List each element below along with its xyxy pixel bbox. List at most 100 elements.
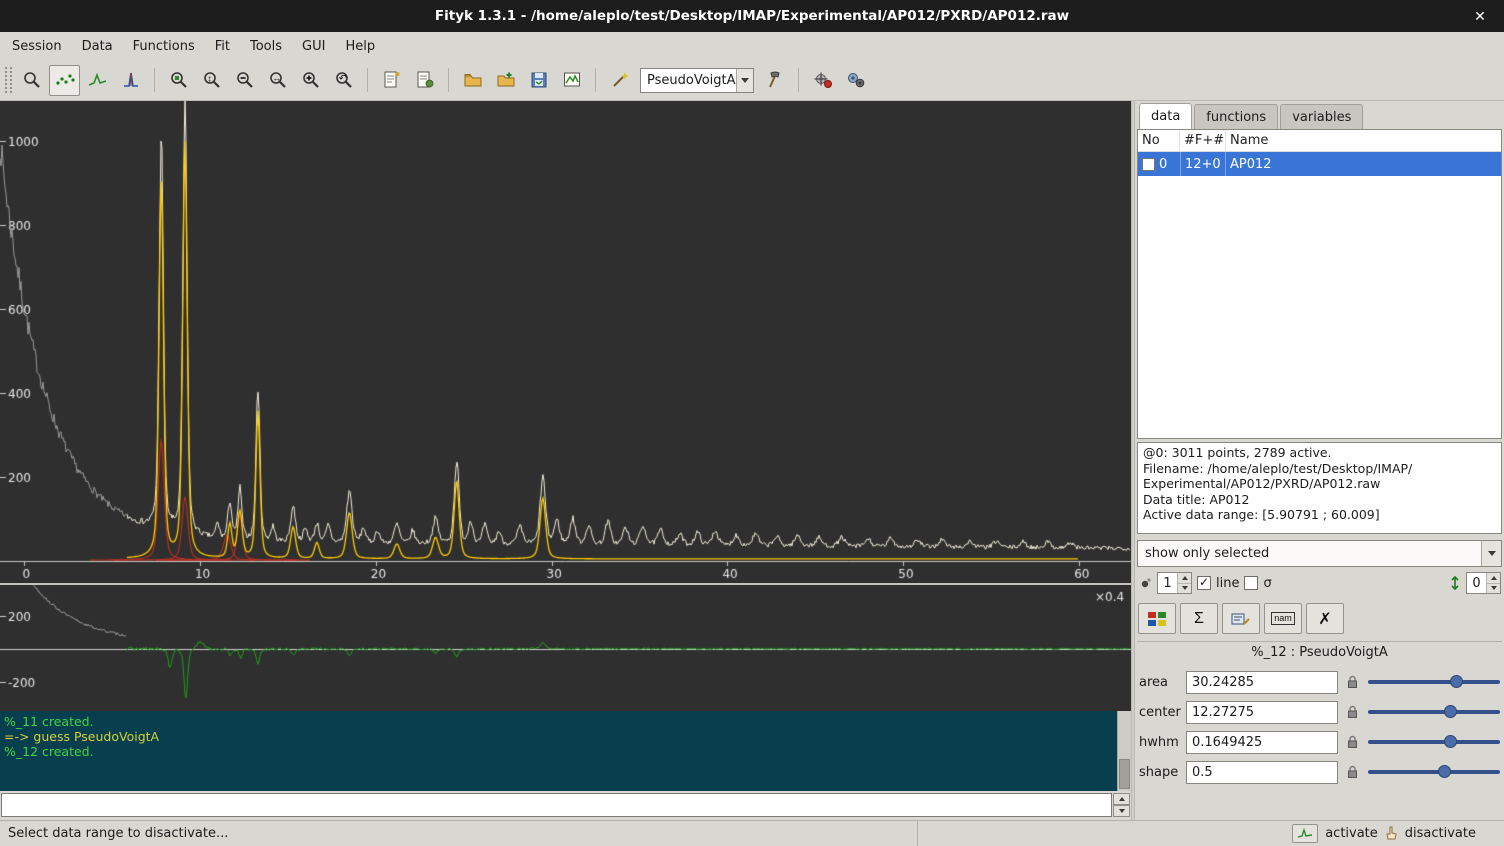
svg-text:↕: ↕ bbox=[207, 74, 212, 84]
sidebar: data functions variables No #F+# Name 0 … bbox=[1135, 101, 1504, 820]
lock-icon[interactable] bbox=[1343, 702, 1361, 722]
zoom-all-icon[interactable] bbox=[163, 65, 194, 96]
zoom-vertical-icon[interactable]: ↕ bbox=[196, 65, 227, 96]
toolbar-separator bbox=[448, 68, 449, 92]
delete-function-button[interactable]: ✗ bbox=[1306, 603, 1344, 634]
zoom-out-icon[interactable] bbox=[229, 65, 260, 96]
param-slider[interactable] bbox=[1366, 762, 1502, 782]
spin-down-icon[interactable] bbox=[1178, 584, 1191, 594]
dataset-list[interactable]: No #F+# Name 0 12+0 AP012 bbox=[1137, 129, 1502, 439]
param-slider[interactable] bbox=[1366, 732, 1502, 752]
fit-undo-icon[interactable] bbox=[807, 65, 838, 96]
auto-add-peak-icon[interactable] bbox=[604, 65, 635, 96]
param-value-field[interactable]: 0.5 bbox=[1186, 761, 1338, 784]
save-session-icon[interactable] bbox=[523, 65, 554, 96]
command-input[interactable] bbox=[1, 793, 1112, 817]
guess-peak-icon[interactable] bbox=[759, 65, 790, 96]
tab-variables[interactable]: variables bbox=[1280, 104, 1363, 129]
spin-up-icon[interactable] bbox=[1487, 573, 1500, 584]
param-name: area bbox=[1137, 675, 1181, 690]
baseline-mode-icon[interactable] bbox=[82, 65, 113, 96]
output-console[interactable]: %_11 created. =-> guess PseudoVoigtA %_1… bbox=[0, 711, 1131, 791]
show-filter-dropdown[interactable]: show only selected bbox=[1137, 540, 1502, 567]
tab-data[interactable]: data bbox=[1139, 103, 1192, 129]
column-header-no[interactable]: No bbox=[1138, 130, 1180, 151]
function-type-dropdown[interactable]: PseudoVoigtA bbox=[640, 68, 754, 93]
zoom-horizontal-icon[interactable]: ↔ bbox=[262, 65, 293, 96]
param-slider[interactable] bbox=[1366, 672, 1502, 692]
dataset-checkbox[interactable] bbox=[1142, 158, 1155, 171]
param-value-field[interactable]: 0.1649425 bbox=[1186, 731, 1338, 754]
spin-down-icon[interactable] bbox=[1487, 584, 1500, 594]
toolbar-separator bbox=[367, 68, 368, 92]
toolbar-separator bbox=[798, 68, 799, 92]
spin-up-icon[interactable] bbox=[1178, 573, 1191, 584]
main-area: %_11 created. =-> guess PseudoVoigtA %_1… bbox=[0, 101, 1504, 820]
info-line: Experimental/AP012/PXRD/AP012.raw bbox=[1143, 476, 1496, 492]
console-scrollbar[interactable] bbox=[1117, 711, 1131, 791]
param-name: shape bbox=[1137, 765, 1181, 780]
point-size-value: 1 bbox=[1158, 573, 1177, 593]
sidebar-buttons: Σ nam ✗ bbox=[1137, 599, 1502, 637]
dataset-index: 0 bbox=[1159, 157, 1167, 172]
dataset-func-count: 12+0 bbox=[1180, 152, 1226, 176]
main-plot-canvas[interactable] bbox=[0, 101, 1131, 583]
show-names-button[interactable]: nam bbox=[1264, 603, 1302, 634]
history-up-icon[interactable] bbox=[1113, 793, 1130, 805]
close-window-button[interactable]: ✕ bbox=[1466, 0, 1494, 32]
lock-icon[interactable] bbox=[1343, 672, 1361, 692]
zoom-mode-icon[interactable] bbox=[16, 65, 47, 96]
export-image-icon[interactable] bbox=[556, 65, 587, 96]
shift-icon bbox=[1449, 575, 1461, 591]
history-down-icon[interactable] bbox=[1113, 805, 1130, 817]
console-scrollbar-thumb[interactable] bbox=[1119, 759, 1130, 789]
color-gradient-button[interactable] bbox=[1138, 603, 1176, 634]
edit-script-icon[interactable] bbox=[376, 65, 407, 96]
append-data-icon[interactable] bbox=[490, 65, 521, 96]
pointer-hand-icon bbox=[1385, 826, 1398, 841]
param-row-hwhm: hwhm 0.1649425 bbox=[1137, 727, 1502, 757]
shift-spinner[interactable]: 0 bbox=[1466, 572, 1501, 594]
menu-tools[interactable]: Tools bbox=[240, 34, 292, 59]
column-header-name[interactable]: Name bbox=[1226, 130, 1501, 151]
menu-fit[interactable]: Fit bbox=[205, 34, 240, 59]
open-data-icon[interactable] bbox=[457, 65, 488, 96]
dropdown-arrow-icon[interactable] bbox=[736, 69, 753, 92]
activate-label[interactable]: activate bbox=[1325, 826, 1378, 841]
param-value-field[interactable]: 30.24285 bbox=[1186, 671, 1338, 694]
zoom-in-icon[interactable] bbox=[295, 65, 326, 96]
point-size-spinner[interactable]: 1 bbox=[1157, 572, 1192, 594]
sum-button[interactable]: Σ bbox=[1180, 603, 1218, 634]
column-header-functions[interactable]: #F+# bbox=[1180, 130, 1226, 151]
param-slider[interactable] bbox=[1366, 702, 1502, 722]
script-log-icon[interactable] bbox=[409, 65, 440, 96]
range-mode-button[interactable] bbox=[1292, 824, 1318, 843]
param-value-field[interactable]: 12.27275 bbox=[1186, 701, 1338, 724]
edit-function-button[interactable] bbox=[1222, 603, 1260, 634]
menu-help[interactable]: Help bbox=[335, 34, 385, 59]
menu-session[interactable]: Session bbox=[2, 34, 72, 59]
toolbar-grip[interactable] bbox=[5, 67, 12, 93]
line-checkbox[interactable] bbox=[1197, 576, 1211, 590]
menu-gui[interactable]: GUI bbox=[292, 34, 335, 59]
dataset-name: AP012 bbox=[1226, 152, 1501, 176]
sigma-checkbox[interactable] bbox=[1244, 576, 1258, 590]
data-range-mode-icon[interactable] bbox=[49, 65, 80, 96]
run-fit-icon[interactable] bbox=[840, 65, 871, 96]
menu-functions[interactable]: Functions bbox=[123, 34, 205, 59]
shift-value: 0 bbox=[1467, 573, 1486, 593]
menu-data[interactable]: Data bbox=[72, 34, 123, 59]
param-row-shape: shape 0.5 bbox=[1137, 757, 1502, 787]
aux-plot-wrap bbox=[0, 583, 1131, 711]
dropdown-arrow-icon[interactable] bbox=[1481, 541, 1501, 566]
plot-column: %_11 created. =-> guess PseudoVoigtA %_1… bbox=[0, 101, 1131, 820]
command-input-row bbox=[0, 791, 1131, 820]
aux-plot-canvas[interactable] bbox=[0, 585, 1131, 711]
lock-icon[interactable] bbox=[1343, 762, 1361, 782]
disactivate-label[interactable]: disactivate bbox=[1405, 826, 1476, 841]
dataset-row[interactable]: 0 12+0 AP012 bbox=[1138, 152, 1501, 176]
zoom-undo-icon[interactable]: ↶ bbox=[328, 65, 359, 96]
lock-icon[interactable] bbox=[1343, 732, 1361, 752]
tab-functions[interactable]: functions bbox=[1194, 104, 1278, 129]
add-peak-mode-icon[interactable] bbox=[115, 65, 146, 96]
